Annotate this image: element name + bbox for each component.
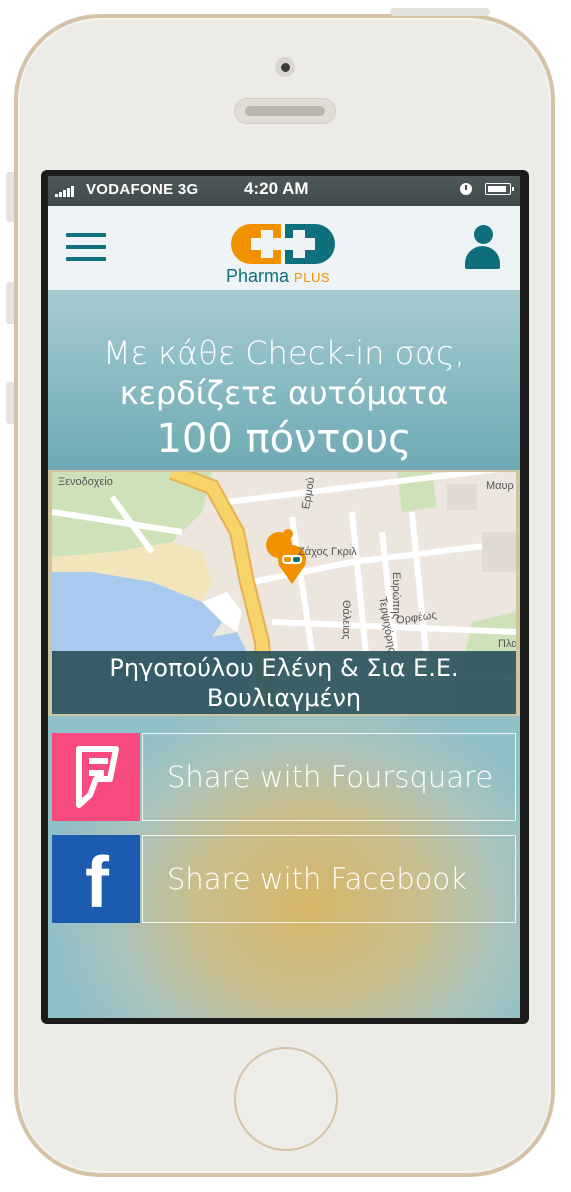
share-foursquare-button[interactable]: Share with Foursquare: [142, 733, 516, 821]
map-label-hotel: Ξενοδοχείο: [58, 476, 113, 488]
earpiece-speaker: [234, 98, 336, 124]
status-bar: VODAFONE 3G 4:20 AM: [48, 176, 520, 206]
map-label-street-pla: Πλα: [498, 638, 516, 650]
foursquare-icon[interactable]: [52, 733, 140, 821]
share-facebook-button[interactable]: Share with Facebook: [142, 835, 516, 923]
status-time: 4:20 AM: [244, 179, 309, 198]
map-label-restaurant: Ζάχος Γκριλ: [298, 546, 357, 558]
volume-down-button: [6, 382, 14, 424]
logo-wordmark: Pharma PLUS: [226, 266, 331, 286]
mute-switch: [6, 172, 14, 222]
promo-points: 100 πόντους: [156, 416, 412, 462]
battery-icon: [485, 183, 514, 195]
promo-banner: Με κάθε Check-in σας, κερδίζετε αυτόματα…: [48, 290, 520, 470]
power-button: [390, 8, 490, 16]
store-area: Βουλιαγμένη: [206, 684, 362, 712]
map-label-street-thaleias: Θάλειας: [340, 600, 352, 640]
promo-line-2: κερδίζετε αυτόματα: [119, 374, 449, 412]
volume-up-button: [6, 282, 14, 324]
carrier-label: VODAFONE 3G: [86, 181, 199, 198]
map-label-street-evropis: Ευρώπης: [390, 572, 402, 620]
pharmaplus-logo-icon[interactable]: [231, 224, 335, 264]
share-foursquare-row: Share with Foursquare: [52, 733, 516, 821]
hamburger-menu-icon[interactable]: [66, 233, 106, 265]
share-facebook-row: f Share with Facebook: [52, 835, 516, 923]
user-profile-icon[interactable]: [464, 225, 502, 271]
facebook-icon[interactable]: f: [52, 835, 140, 923]
app-screen: VODAFONE 3G 4:20 AM Pharma PLUS Με κάθε …: [48, 176, 520, 1018]
store-name: Ρηγοπούλου Ελένη & Σια Ε.Ε.: [109, 654, 459, 682]
alarm-clock-icon: [460, 183, 472, 195]
signal-strength-icon: [55, 186, 74, 197]
front-camera: [275, 57, 295, 77]
map-label-street-mavr: Μαυρ: [486, 480, 514, 492]
store-name-overlay: Ρηγοπούλου Ελένη & Σια Ε.Ε. Βουλιαγμένη: [52, 651, 516, 714]
home-button[interactable]: [234, 1047, 338, 1151]
promo-line-1: Με κάθε Check-in σας,: [103, 334, 465, 372]
share-section: Share with Foursquare f Share with Faceb…: [48, 716, 520, 1018]
